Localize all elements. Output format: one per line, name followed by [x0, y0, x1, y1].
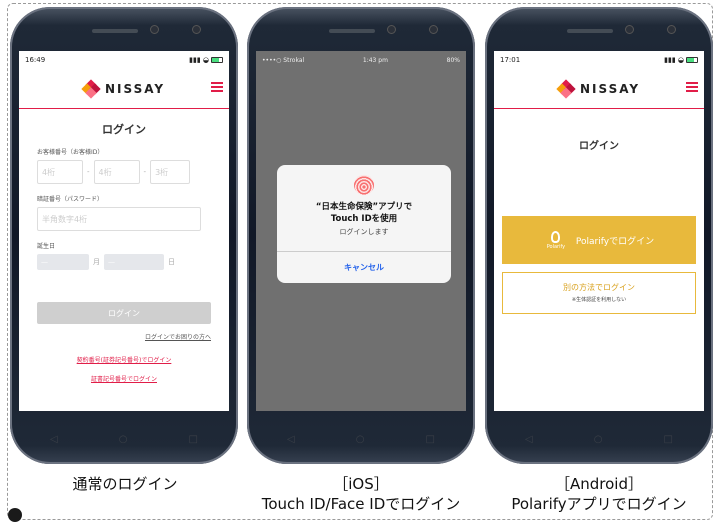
alternative-login-label: 別の方法でログイン	[563, 283, 635, 292]
status-icons: ▮▮▮ ◒	[189, 56, 223, 64]
caption-android-line-1: ［Android］	[555, 475, 643, 493]
battery-icon	[686, 57, 698, 63]
back-icon: ◁	[287, 433, 295, 445]
sensor-dot	[150, 25, 159, 34]
customer-number-field-2[interactable]: 4桁	[93, 160, 140, 184]
day-suffix: 日	[168, 258, 175, 266]
screen: 16:49 ▮▮▮ ◒ NISSAY ログイン お客様番号（お客様ID） 4桁 …	[19, 51, 229, 411]
app-header: NISSAY	[19, 69, 229, 109]
status-time: 17:01	[500, 56, 521, 64]
contract-number-login-link[interactable]: 契約番号(証券記号番号)でログイン	[19, 355, 229, 364]
brand-name: NISSAY	[579, 81, 641, 96]
customer-number-label: お客様番号（お客様ID）	[37, 149, 104, 156]
front-camera	[667, 25, 676, 34]
battery-icon	[211, 57, 223, 63]
help-link[interactable]: ログインでお困りの方へ	[37, 332, 211, 341]
status-time: 1:43 pm	[362, 56, 388, 64]
page-title: ログイン	[579, 141, 619, 152]
phone-ios-touch-id: ••••○ Strokal 1:43 pm 80% “日本生命保険”アプリで T…	[247, 7, 475, 464]
birthday-label: 誕生日	[37, 243, 56, 250]
speaker	[567, 29, 613, 33]
polarify-login-label: Polarifyでログイン	[575, 236, 655, 247]
sensor-dot	[387, 25, 396, 34]
customer-number-field-3[interactable]: 3桁	[150, 160, 191, 184]
home-icon: ○	[593, 433, 603, 445]
corner-dot	[8, 508, 22, 522]
polarify-logo-icon: Polarify	[544, 230, 568, 250]
caption-ios-line-1: ［iOS］	[333, 475, 389, 493]
caption-ios-line-2: Touch ID/Face IDでログイン	[261, 495, 461, 513]
customer-number-field-1[interactable]: 4桁	[37, 160, 83, 184]
password-field[interactable]: 半角数字4桁	[37, 207, 201, 231]
birth-month-select[interactable]: —	[37, 254, 89, 270]
polarify-login-button[interactable]: Polarify Polarifyでログイン	[502, 216, 696, 264]
birth-day-select[interactable]: —	[104, 254, 164, 270]
alternative-login-button[interactable]: 別の方法でログイン ※生体認証を利用しない	[502, 272, 696, 314]
certificate-number-login-link[interactable]: 証書記号番号でログイン	[19, 374, 229, 383]
password-label: 暗証番号（パスワード）	[37, 196, 104, 203]
status-bar: ••••○ Strokal 1:43 pm 80%	[256, 51, 466, 69]
back-icon: ◁	[50, 433, 58, 445]
nav-bar: ◁ ○ □	[287, 432, 435, 446]
nav-bar: ◁ ○ □	[50, 432, 198, 446]
login-button[interactable]: ログイン	[37, 302, 211, 324]
back-icon: ◁	[525, 433, 533, 445]
screen: 17:01 ▮▮▮ ◒ NISSAY ログイン Polarify Polarif…	[494, 51, 704, 411]
touch-id-dialog: “日本生命保険”アプリで Touch IDを使用 ログインします キャンセル	[277, 165, 451, 283]
home-icon: ○	[118, 433, 128, 445]
status-battery: 80%	[446, 56, 460, 64]
hamburger-menu-icon[interactable]	[211, 82, 223, 92]
dialog-title-line-2: Touch IDを使用	[330, 214, 398, 224]
dialog-title-line-1: “日本生命保険”アプリで	[315, 202, 413, 212]
phone-normal-login: 16:49 ▮▮▮ ◒ NISSAY ログイン お客様番号（お客様ID） 4桁 …	[10, 7, 238, 464]
nav-bar: ◁ ○ □	[525, 432, 673, 446]
brand-name: NISSAY	[104, 81, 166, 96]
front-camera	[429, 25, 438, 34]
status-carrier: ••••○ Strokal	[262, 56, 305, 64]
recent-apps-icon: □	[188, 433, 198, 445]
alternative-login-note: ※生体認証を利用しない	[571, 297, 627, 303]
home-icon: ○	[355, 433, 365, 445]
fingerprint-icon	[354, 175, 374, 195]
front-camera	[192, 25, 201, 34]
page-title: ログイン	[102, 123, 146, 136]
app-header: NISSAY	[494, 69, 704, 109]
recent-apps-icon: □	[425, 433, 435, 445]
cancel-button[interactable]: キャンセル	[277, 251, 451, 283]
status-icons: ▮▮▮ ◒	[664, 56, 698, 64]
speaker	[92, 29, 138, 33]
sensor-dot	[625, 25, 634, 34]
status-bar: 17:01 ▮▮▮ ◒	[494, 51, 704, 69]
polarify-logo-text: Polarify	[546, 243, 566, 250]
speaker	[329, 29, 375, 33]
caption-android-line-2: Polarifyアプリでログイン	[511, 495, 687, 513]
recent-apps-icon: □	[663, 433, 673, 445]
status-bar: 16:49 ▮▮▮ ◒	[19, 51, 229, 69]
hamburger-menu-icon[interactable]	[686, 82, 698, 92]
nissay-logo-icon	[81, 78, 101, 99]
phone-android-polarify: 17:01 ▮▮▮ ◒ NISSAY ログイン Polarify Polarif…	[485, 7, 713, 464]
caption-normal-login: 通常のログイン	[72, 475, 178, 493]
month-suffix: 月	[93, 258, 100, 266]
dialog-subtitle: ログインします	[339, 228, 389, 236]
status-time: 16:49	[25, 56, 46, 64]
screen: ••••○ Strokal 1:43 pm 80% “日本生命保険”アプリで T…	[256, 51, 466, 411]
nissay-logo-icon	[556, 78, 576, 99]
